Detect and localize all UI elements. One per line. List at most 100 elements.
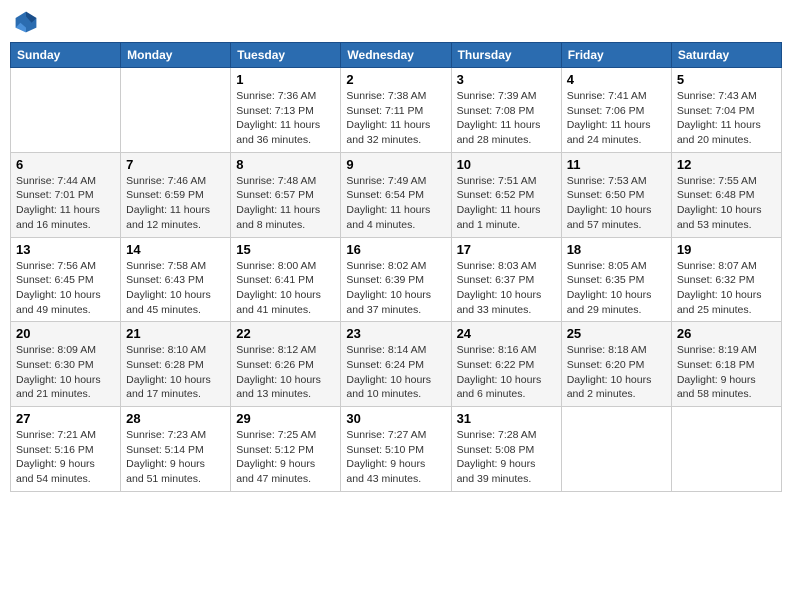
- weekday-header-friday: Friday: [561, 43, 671, 68]
- day-number: 23: [346, 326, 445, 341]
- day-info: Sunrise: 8:19 AMSunset: 6:18 PMDaylight:…: [677, 343, 776, 402]
- day-info: Sunrise: 7:25 AMSunset: 5:12 PMDaylight:…: [236, 428, 335, 487]
- day-number: 21: [126, 326, 225, 341]
- day-info: Sunrise: 7:36 AMSunset: 7:13 PMDaylight:…: [236, 89, 335, 148]
- calendar-cell: 10 Sunrise: 7:51 AMSunset: 6:52 PMDayligh…: [451, 152, 561, 237]
- day-info: Sunrise: 8:00 AMSunset: 6:41 PMDaylight:…: [236, 259, 335, 318]
- day-number: 30: [346, 411, 445, 426]
- day-number: 5: [677, 72, 776, 87]
- day-info: Sunrise: 8:16 AMSunset: 6:22 PMDaylight:…: [457, 343, 556, 402]
- calendar-cell: 8 Sunrise: 7:48 AMSunset: 6:57 PMDaylight…: [231, 152, 341, 237]
- weekday-header-saturday: Saturday: [671, 43, 781, 68]
- day-info: Sunrise: 7:48 AMSunset: 6:57 PMDaylight:…: [236, 174, 335, 233]
- calendar-cell: 26Sunrise: 8:19 AMSunset: 6:18 PMDayligh…: [671, 322, 781, 407]
- day-info: Sunrise: 8:10 AMSunset: 6:28 PMDaylight:…: [126, 343, 225, 402]
- day-info: Sunrise: 7:58 AMSunset: 6:43 PMDaylight:…: [126, 259, 225, 318]
- calendar-week-4: 20Sunrise: 8:09 AMSunset: 6:30 PMDayligh…: [11, 322, 782, 407]
- day-info: Sunrise: 8:12 AMSunset: 6:26 PMDaylight:…: [236, 343, 335, 402]
- day-number: 12: [677, 157, 776, 172]
- calendar-cell: 18Sunrise: 8:05 AMSunset: 6:35 PMDayligh…: [561, 237, 671, 322]
- day-info: Sunrise: 7:53 AMSunset: 6:50 PMDaylight:…: [567, 174, 666, 233]
- page-header: [10, 10, 782, 34]
- day-info: Sunrise: 7:56 AMSunset: 6:45 PMDaylight:…: [16, 259, 115, 318]
- day-number: 3: [457, 72, 556, 87]
- calendar-week-5: 27 Sunrise: 7:21 AMSunset: 5:16 PMDayligh…: [11, 407, 782, 492]
- day-number: 18: [567, 242, 666, 257]
- day-number: 8: [236, 157, 335, 172]
- calendar-cell: 4 Sunrise: 7:41 AMSunset: 7:06 PMDaylight…: [561, 68, 671, 153]
- day-number: 14: [126, 242, 225, 257]
- day-info: Sunrise: 7:51 AMSunset: 6:52 PMDaylight:…: [457, 174, 556, 233]
- day-number: 7: [126, 157, 225, 172]
- day-number: 28: [126, 411, 225, 426]
- logo-icon: [14, 10, 38, 34]
- calendar-cell: 15 Sunrise: 8:00 AMSunset: 6:41 PMDayligh…: [231, 237, 341, 322]
- day-number: 2: [346, 72, 445, 87]
- calendar-cell: 21 Sunrise: 8:10 AMSunset: 6:28 PMDayligh…: [121, 322, 231, 407]
- day-info: Sunrise: 7:21 AMSunset: 5:16 PMDaylight:…: [16, 428, 115, 487]
- calendar-cell: 11 Sunrise: 7:53 AMSunset: 6:50 PMDayligh…: [561, 152, 671, 237]
- calendar-cell: 23 Sunrise: 8:14 AMSunset: 6:24 PMDayligh…: [341, 322, 451, 407]
- day-info: Sunrise: 7:28 AMSunset: 5:08 PMDaylight:…: [457, 428, 556, 487]
- calendar-cell: 25 Sunrise: 8:18 AMSunset: 6:20 PMDayligh…: [561, 322, 671, 407]
- calendar-cell: [561, 407, 671, 492]
- day-number: 25: [567, 326, 666, 341]
- calendar-cell: 9 Sunrise: 7:49 AMSunset: 6:54 PMDaylight…: [341, 152, 451, 237]
- calendar-week-1: 1 Sunrise: 7:36 AMSunset: 7:13 PMDaylight…: [11, 68, 782, 153]
- day-number: 19: [677, 242, 776, 257]
- day-info: Sunrise: 7:27 AMSunset: 5:10 PMDaylight:…: [346, 428, 445, 487]
- day-number: 15: [236, 242, 335, 257]
- day-info: Sunrise: 7:46 AMSunset: 6:59 PMDaylight:…: [126, 174, 225, 233]
- day-number: 16: [346, 242, 445, 257]
- day-info: Sunrise: 7:38 AMSunset: 7:11 PMDaylight:…: [346, 89, 445, 148]
- weekday-header-thursday: Thursday: [451, 43, 561, 68]
- calendar-cell: [11, 68, 121, 153]
- day-number: 6: [16, 157, 115, 172]
- header-row: SundayMondayTuesdayWednesdayThursdayFrid…: [11, 43, 782, 68]
- day-info: Sunrise: 8:18 AMSunset: 6:20 PMDaylight:…: [567, 343, 666, 402]
- day-info: Sunrise: 7:55 AMSunset: 6:48 PMDaylight:…: [677, 174, 776, 233]
- calendar-cell: 2 Sunrise: 7:38 AMSunset: 7:11 PMDaylight…: [341, 68, 451, 153]
- day-info: Sunrise: 7:49 AMSunset: 6:54 PMDaylight:…: [346, 174, 445, 233]
- weekday-header-sunday: Sunday: [11, 43, 121, 68]
- weekday-header-tuesday: Tuesday: [231, 43, 341, 68]
- day-number: 1: [236, 72, 335, 87]
- day-info: Sunrise: 8:14 AMSunset: 6:24 PMDaylight:…: [346, 343, 445, 402]
- calendar-cell: 14 Sunrise: 7:58 AMSunset: 6:43 PMDayligh…: [121, 237, 231, 322]
- day-info: Sunrise: 7:23 AMSunset: 5:14 PMDaylight:…: [126, 428, 225, 487]
- day-info: Sunrise: 8:03 AMSunset: 6:37 PMDaylight:…: [457, 259, 556, 318]
- day-number: 11: [567, 157, 666, 172]
- calendar-cell: [121, 68, 231, 153]
- day-info: Sunrise: 7:44 AMSunset: 7:01 PMDaylight:…: [16, 174, 115, 233]
- calendar-cell: 19 Sunrise: 8:07 AMSunset: 6:32 PMDayligh…: [671, 237, 781, 322]
- weekday-header-wednesday: Wednesday: [341, 43, 451, 68]
- day-number: 24: [457, 326, 556, 341]
- day-number: 22: [236, 326, 335, 341]
- day-number: 31: [457, 411, 556, 426]
- calendar-cell: 22 Sunrise: 8:12 AMSunset: 6:26 PMDayligh…: [231, 322, 341, 407]
- calendar-cell: 17Sunrise: 8:03 AMSunset: 6:37 PMDayligh…: [451, 237, 561, 322]
- calendar-cell: 31 Sunrise: 7:28 AMSunset: 5:08 PMDayligh…: [451, 407, 561, 492]
- calendar-cell: 12 Sunrise: 7:55 AMSunset: 6:48 PMDayligh…: [671, 152, 781, 237]
- calendar-table: SundayMondayTuesdayWednesdayThursdayFrid…: [10, 42, 782, 492]
- calendar-cell: 30 Sunrise: 7:27 AMSunset: 5:10 PMDayligh…: [341, 407, 451, 492]
- calendar-cell: [671, 407, 781, 492]
- day-info: Sunrise: 8:07 AMSunset: 6:32 PMDaylight:…: [677, 259, 776, 318]
- day-info: Sunrise: 8:02 AMSunset: 6:39 PMDaylight:…: [346, 259, 445, 318]
- calendar-cell: 27 Sunrise: 7:21 AMSunset: 5:16 PMDayligh…: [11, 407, 121, 492]
- calendar-cell: 13Sunrise: 7:56 AMSunset: 6:45 PMDayligh…: [11, 237, 121, 322]
- day-number: 4: [567, 72, 666, 87]
- calendar-week-2: 6 Sunrise: 7:44 AMSunset: 7:01 PMDaylight…: [11, 152, 782, 237]
- day-number: 29: [236, 411, 335, 426]
- day-number: 9: [346, 157, 445, 172]
- calendar-week-3: 13Sunrise: 7:56 AMSunset: 6:45 PMDayligh…: [11, 237, 782, 322]
- logo: [14, 10, 42, 34]
- day-info: Sunrise: 7:39 AMSunset: 7:08 PMDaylight:…: [457, 89, 556, 148]
- calendar-cell: 29 Sunrise: 7:25 AMSunset: 5:12 PMDayligh…: [231, 407, 341, 492]
- calendar-cell: 1 Sunrise: 7:36 AMSunset: 7:13 PMDaylight…: [231, 68, 341, 153]
- day-number: 10: [457, 157, 556, 172]
- day-info: Sunrise: 7:41 AMSunset: 7:06 PMDaylight:…: [567, 89, 666, 148]
- day-info: Sunrise: 8:09 AMSunset: 6:30 PMDaylight:…: [16, 343, 115, 402]
- day-number: 27: [16, 411, 115, 426]
- calendar-cell: 28 Sunrise: 7:23 AMSunset: 5:14 PMDayligh…: [121, 407, 231, 492]
